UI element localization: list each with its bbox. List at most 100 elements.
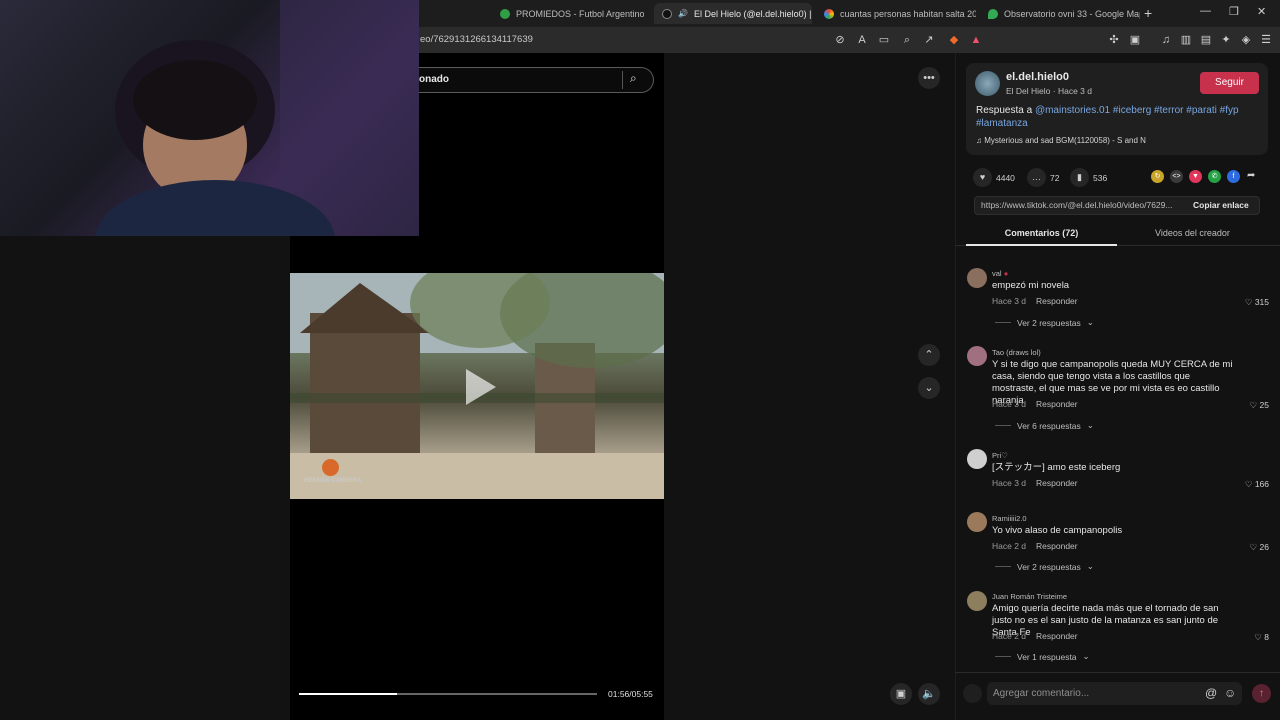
progress-bar[interactable] — [299, 693, 597, 695]
zoom-icon[interactable]: ⌕ — [899, 32, 915, 48]
facebook-icon[interactable]: f — [1227, 170, 1240, 183]
comment-avatar[interactable] — [967, 512, 987, 532]
tab-tiktok[interactable]: 🔊 El Del Hielo (@el.del.hielo0) | ✕ — [654, 3, 812, 24]
tab-comments[interactable]: Comentarios (72) — [966, 228, 1117, 238]
comment-meta: Hace 3 d Responder — [992, 399, 1078, 409]
comment-icon[interactable]: … — [1027, 168, 1046, 187]
comment-text: empezó mi novela — [992, 280, 1070, 291]
send-icon[interactable]: ↑ — [1252, 684, 1271, 703]
copy-link-button[interactable]: Copiar enlace — [1193, 200, 1249, 210]
author-avatar[interactable] — [975, 71, 1000, 96]
sidebar-icon[interactable]: ▥ — [1178, 32, 1194, 48]
leo-ai-icon[interactable]: ✦ — [1218, 32, 1234, 48]
cast-icon[interactable]: ▭ — [876, 32, 892, 48]
music-icon[interactable]: ♫ — [1158, 32, 1174, 48]
search-icon[interactable]: ⌕ — [630, 71, 637, 86]
comment-username[interactable]: Pri♡ — [992, 451, 1008, 460]
music-row[interactable]: ♫ Mysterious and sad BGM(1120058) - S an… — [976, 136, 1146, 145]
brave-rewards-icon[interactable]: ▲ — [968, 32, 984, 48]
tab-promiedos[interactable]: PROMIEDOS - Futbol Argentino - Fi — [492, 3, 644, 24]
comment-avatar[interactable] — [967, 591, 987, 611]
chevron-down-icon: ⌄ — [1086, 317, 1094, 327]
author-username[interactable]: el.del.hielo0 — [1006, 71, 1069, 83]
reply-button[interactable]: Responder — [1036, 631, 1078, 641]
comment-username[interactable]: val ● — [992, 269, 1008, 278]
post-description: Respuesta a @mainstories.01 #iceberg #te… — [976, 105, 1239, 129]
comment-like[interactable]: ♡ 25 — [1250, 400, 1269, 411]
tab-google-search[interactable]: cuantas personas habitan salta 2026 — [816, 3, 976, 24]
chevron-down-icon: ⌄ — [1086, 561, 1094, 571]
emoji-icon[interactable]: ☺ — [1224, 686, 1236, 700]
comment-meta: Hace 2 d Responder — [992, 541, 1078, 551]
google-favicon-icon — [824, 8, 834, 19]
tab-creator-videos[interactable]: Videos del creador — [1117, 228, 1268, 238]
minimize-icon[interactable]: — — [1200, 5, 1211, 17]
url-field[interactable]: eo/7629131266134117639 — [420, 34, 533, 45]
reply-button[interactable]: Responder — [1036, 541, 1078, 551]
maximize-icon[interactable]: ❐ — [1229, 5, 1239, 18]
reply-button[interactable]: Responder — [1036, 399, 1078, 409]
reply-button[interactable]: Responder — [1036, 478, 1078, 488]
translate-icon[interactable]: A — [854, 32, 870, 48]
new-tab-icon[interactable]: + — [1144, 5, 1152, 21]
extensions-icon[interactable]: ✣ — [1106, 32, 1122, 48]
pip-icon[interactable]: ▣ — [890, 683, 912, 705]
comment-username[interactable]: Ramiiiii2.0 — [992, 514, 1027, 523]
search-box[interactable] — [419, 67, 654, 93]
view-replies-button[interactable]: Ver 1 respuesta ⌄ — [995, 651, 1090, 662]
mention-link[interactable]: @mainstories.01 — [1035, 105, 1110, 116]
embed-icon[interactable]: <> — [1170, 170, 1183, 183]
brave-shield-icon[interactable]: ◆ — [946, 32, 962, 48]
webcam-person — [95, 0, 419, 236]
send-to-friends-icon[interactable]: ▼ — [1189, 170, 1202, 183]
menu-icon[interactable]: ☰ — [1258, 32, 1274, 48]
comment-like[interactable]: ♡ 315 — [1245, 297, 1269, 308]
composer-divider — [955, 672, 1280, 673]
save-stat[interactable]: ▮ 536 — [1070, 168, 1107, 187]
repost-icon[interactable]: ↻ — [1151, 170, 1164, 183]
mention-icon[interactable]: @ — [1205, 686, 1217, 700]
comment-meta: Hace 2 d Responder — [992, 631, 1078, 641]
comment-stat[interactable]: … 72 — [1027, 168, 1059, 187]
reply-button[interactable]: Responder — [1036, 296, 1078, 306]
comment-like[interactable]: ♡ 166 — [1245, 479, 1269, 490]
share-icon[interactable]: ➦ — [1247, 170, 1255, 181]
volume-icon[interactable]: 🔈 — [918, 683, 940, 705]
video-link[interactable]: https://www.tiktok.com/@el.del.hielo0/vi… — [981, 200, 1184, 210]
search-input[interactable]: onado — [419, 74, 449, 85]
follow-button[interactable]: Seguir — [1200, 72, 1259, 94]
screenshot-icon[interactable]: ▣ — [1127, 32, 1143, 48]
vpn-icon[interactable]: ◈ — [1238, 32, 1254, 48]
chevron-down-icon: ⌄ — [1082, 651, 1090, 661]
no-tracking-icon[interactable]: ⊘ — [832, 32, 848, 48]
comment-avatar[interactable] — [967, 268, 987, 288]
time-readout: 01:56/05:55 — [608, 689, 653, 699]
maps-favicon-icon — [988, 8, 998, 19]
comment-username[interactable]: Tao (draws lol) — [992, 348, 1041, 357]
comment-like[interactable]: ♡ 26 — [1250, 542, 1269, 553]
view-replies-button[interactable]: Ver 2 respuestas ⌄ — [995, 317, 1094, 328]
tab-google-maps[interactable]: Observatorio ovni 33 - Google Maps — [980, 3, 1140, 24]
heart-icon[interactable]: ♥ — [973, 168, 992, 187]
previous-video-icon[interactable]: ⌃ — [918, 344, 940, 366]
play-icon[interactable] — [466, 369, 496, 405]
music-note-icon: ♫ — [976, 136, 985, 145]
comment-like[interactable]: ♡ 8 — [1254, 632, 1269, 643]
whatsapp-icon[interactable]: ✆ — [1208, 170, 1221, 183]
video-watermark: HERNÁN CABRERA — [304, 478, 362, 484]
share-page-icon[interactable]: ↗ — [921, 32, 937, 48]
view-replies-button[interactable]: Ver 2 respuestas ⌄ — [995, 561, 1094, 572]
window-close-icon[interactable]: ✕ — [1257, 5, 1266, 18]
wallet-icon[interactable]: ▤ — [1198, 32, 1214, 48]
comment-avatar[interactable] — [967, 449, 987, 469]
comment-avatar[interactable] — [967, 346, 987, 366]
like-stat[interactable]: ♥ 4440 — [973, 168, 1015, 187]
bookmark-icon[interactable]: ▮ — [1070, 168, 1089, 187]
next-video-icon[interactable]: ⌄ — [918, 377, 940, 399]
audio-icon[interactable]: 🔊 — [678, 9, 688, 18]
comment-input[interactable]: Agregar comentario... — [993, 688, 1089, 699]
author-subline: El Del Hielo · Hace 3 d — [1006, 86, 1092, 96]
comment-username[interactable]: Juan Román Tristeime — [992, 592, 1067, 601]
view-replies-button[interactable]: Ver 6 respuestas ⌄ — [995, 420, 1094, 431]
more-options-icon[interactable]: ••• — [918, 67, 940, 89]
